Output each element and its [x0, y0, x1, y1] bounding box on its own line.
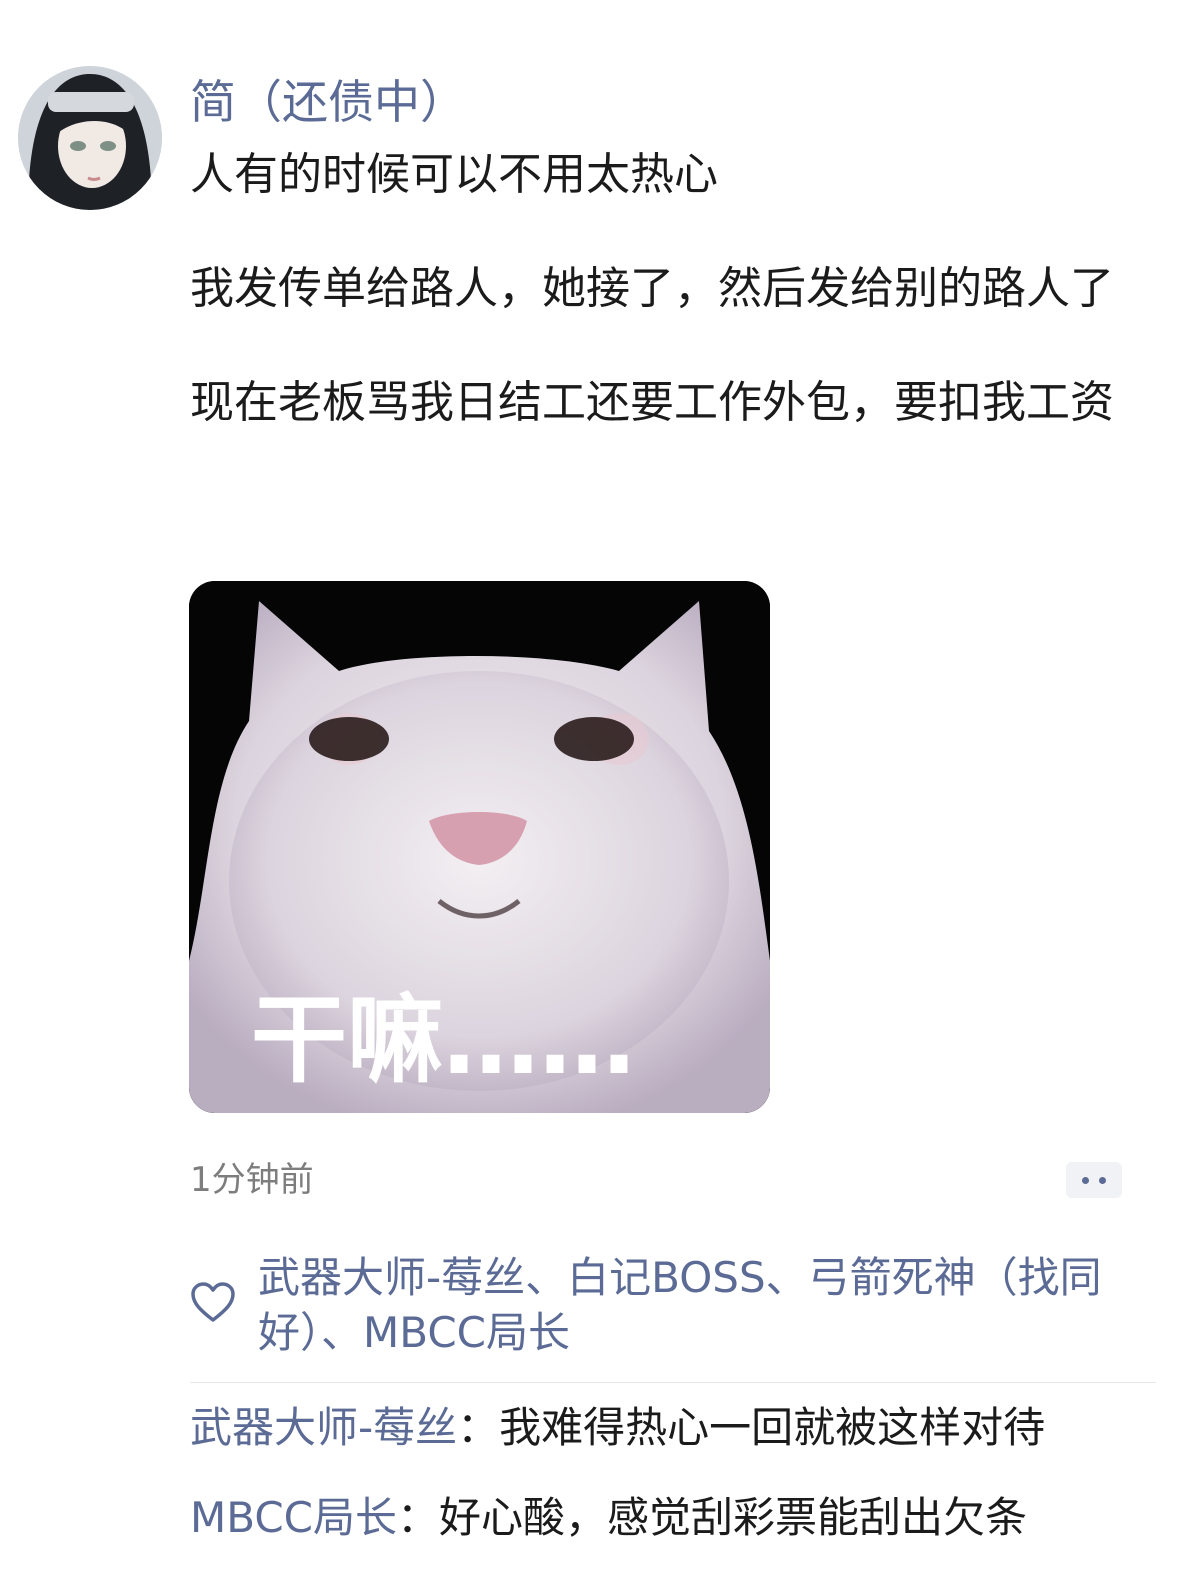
comment-item[interactable]: 武器大师-莓丝：我难得热心一回就被这样对待 [190, 1400, 1045, 1456]
comment-item[interactable]: MBCC局长：好心酸，感觉刮彩票能刮出欠条 [190, 1490, 1027, 1546]
post-line-2: 我发传单给路人，她接了，然后发给别的路人了 [190, 263, 1114, 314]
post-author-name[interactable]: 简（还债中） [190, 70, 466, 134]
divider [190, 1382, 1156, 1383]
comment-text: 好心酸，感觉刮彩票能刮出欠条 [438, 1493, 1027, 1542]
more-options-button[interactable] [1066, 1162, 1122, 1198]
heart-icon [191, 1282, 235, 1322]
cat-image: 干嘛…… [189, 581, 770, 1113]
avatar[interactable] [18, 66, 162, 210]
post-line-1: 人有的时候可以不用太热心 [190, 149, 718, 200]
post-image[interactable]: 干嘛…… [189, 581, 770, 1113]
more-dots-icon [1099, 1176, 1106, 1184]
post-line-3: 现在老板骂我日结工还要工作外包，要扣我工资 [190, 377, 1114, 428]
avatar-portrait [18, 66, 162, 210]
comment-author[interactable]: MBCC局长 [190, 1493, 397, 1542]
more-dots-icon [1082, 1176, 1089, 1184]
comment-separator: ： [457, 1403, 500, 1452]
image-caption: 干嘛…… [251, 984, 635, 1096]
comment-author[interactable]: 武器大师-莓丝 [190, 1403, 457, 1452]
likes-names[interactable]: 武器大师-莓丝、白记BOSS、弓箭死神（找同好）、MBCC局长 [258, 1250, 1138, 1360]
post-timestamp: 1分钟前 [190, 1160, 314, 1200]
comment-separator: ： [396, 1493, 439, 1542]
post-body: 人有的时候可以不用太热心 我发传单给路人，她接了，然后发给别的路人了 现在老板骂… [190, 146, 1140, 488]
comment-text: 我难得热心一回就被这样对待 [499, 1403, 1046, 1452]
